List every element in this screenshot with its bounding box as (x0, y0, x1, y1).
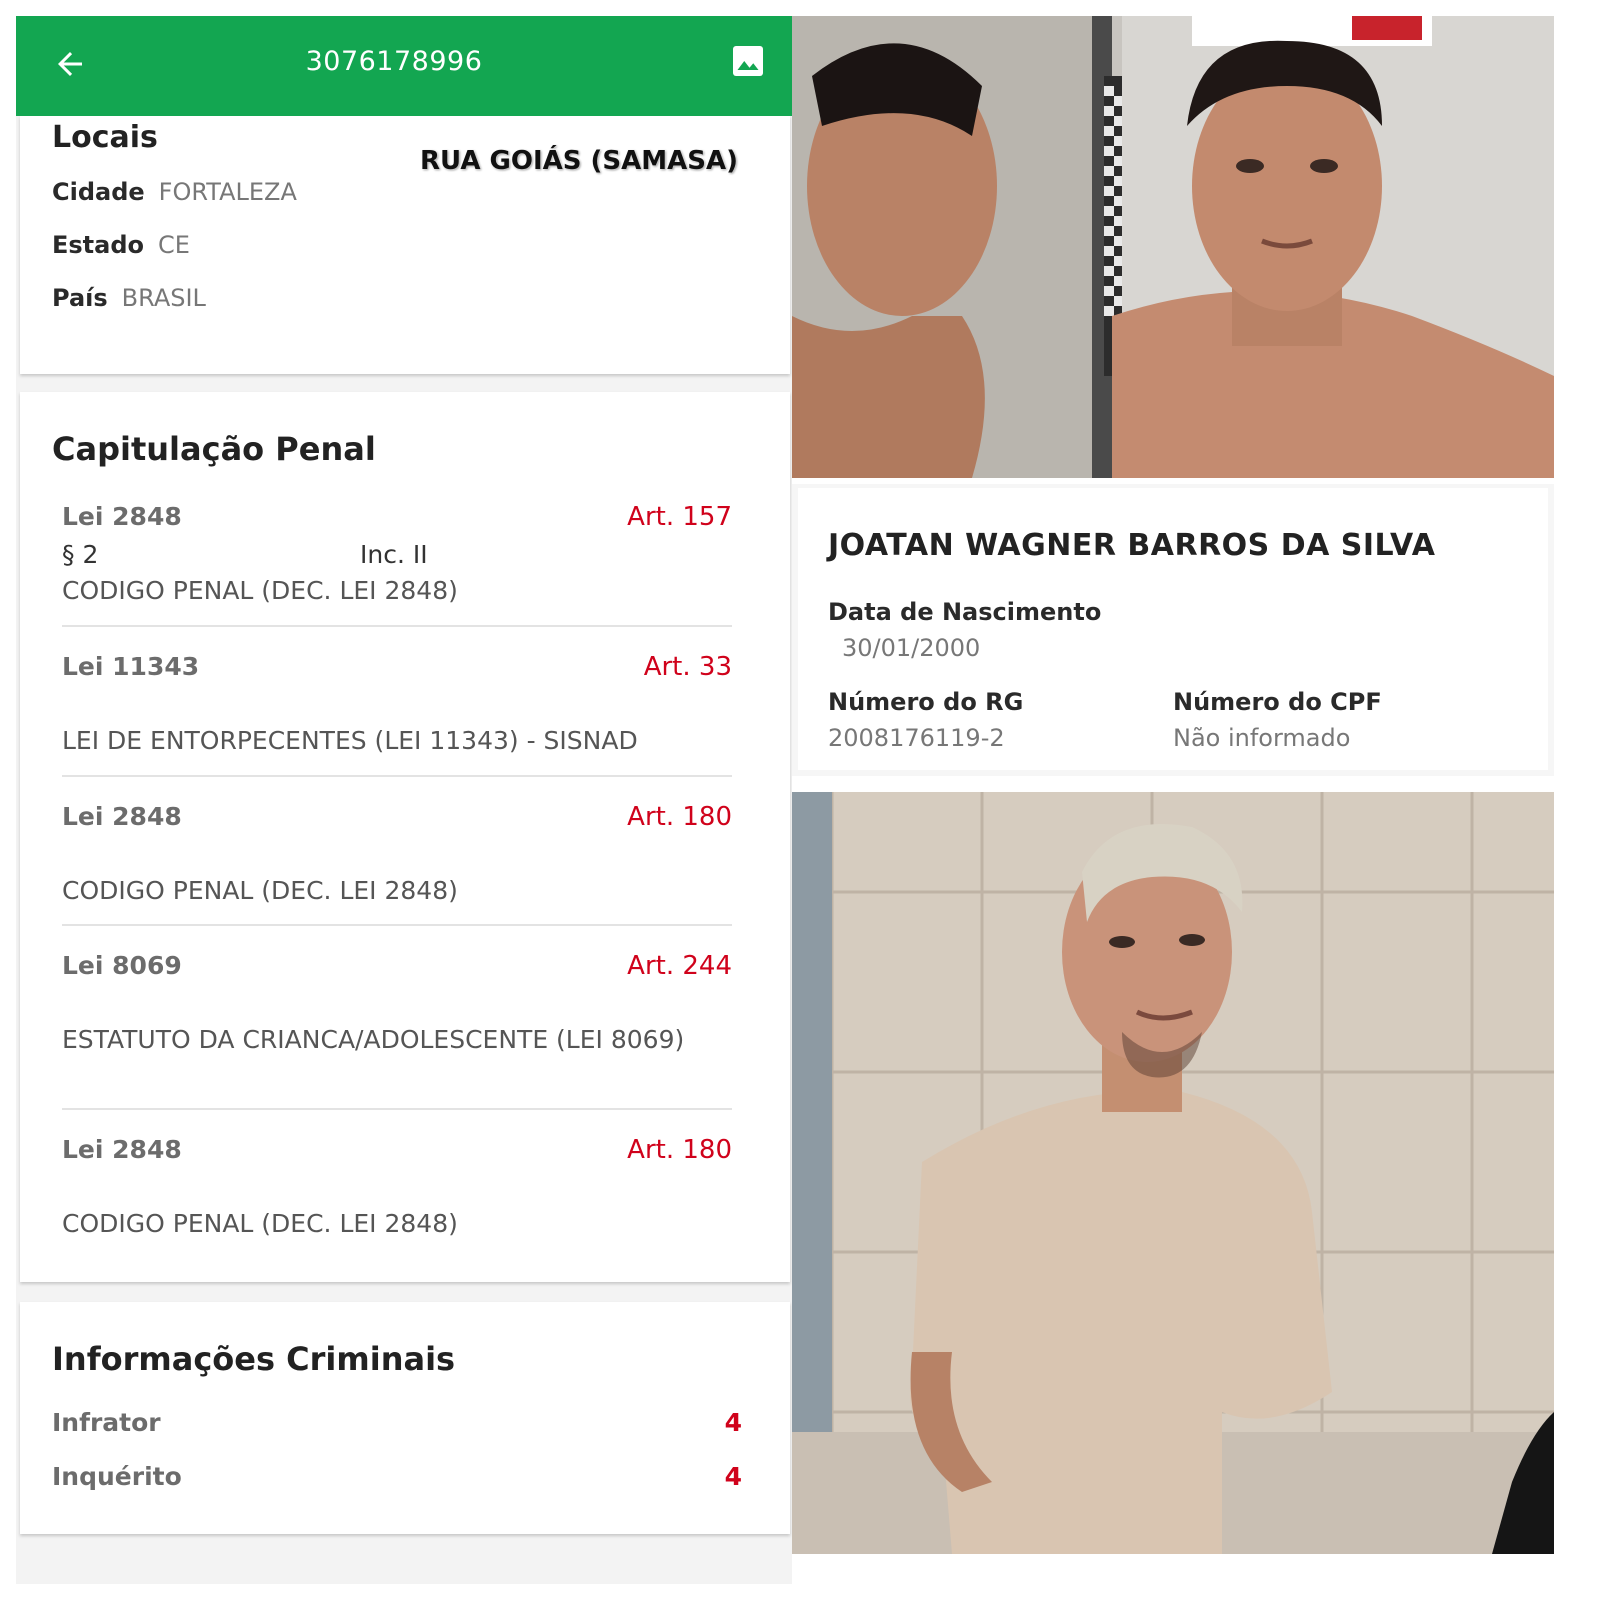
inquerito-label: Inquérito (52, 1462, 182, 1491)
mugshot-photo (792, 16, 1554, 478)
city-row: Cidade FORTALEZA (52, 178, 297, 206)
inquerito-row[interactable]: Inquérito 4 (52, 1462, 742, 1491)
person-name: JOATAN WAGNER BARROS DA SILVA (828, 528, 1436, 563)
law-description: ESTATUTO DA CRIANCA/ADOLESCENTE (LEI 806… (62, 1025, 685, 1054)
law-article: Art. 157 (627, 502, 732, 532)
law-name: Lei 11343 (62, 652, 200, 681)
law-item[interactable]: Lei 11343 Art. 33 LEI DE ENTORPECENTES (… (62, 652, 732, 755)
state-value: CE (158, 231, 190, 259)
record-number-title: 3076178996 (305, 46, 483, 77)
law-description: CODIGO PENAL (DEC. LEI 2848) (62, 576, 458, 605)
infrator-label: Infrator (52, 1408, 161, 1437)
arrest-photo (792, 792, 1554, 1554)
city-label: Cidade (52, 178, 145, 206)
divider (62, 924, 732, 926)
law-item[interactable]: Lei 2848 Art. 180 CODIGO PENAL (DEC. LEI… (62, 802, 732, 905)
law-article: Art. 33 (643, 652, 732, 682)
dob-value: 30/01/2000 (842, 634, 981, 662)
street-overlay-label: RUA GOIÁS (SAMASA) (420, 146, 738, 176)
state-label: Estado (52, 231, 145, 259)
infrator-count: 4 (724, 1408, 742, 1437)
law-name: Lei 8069 (62, 951, 182, 980)
rg-label: Número do RG (828, 688, 1024, 716)
law-inciso: Inc. II (360, 540, 428, 569)
divider (62, 1108, 732, 1110)
person-info-panel: JOATAN WAGNER BARROS DA SILVA Data de Na… (792, 484, 1554, 776)
infrator-row[interactable]: Infrator 4 (52, 1408, 742, 1437)
person-info-card: JOATAN WAGNER BARROS DA SILVA Data de Na… (798, 488, 1548, 770)
app-screen: Locais RUA GOIÁS (SAMASA) Cidade FORTALEZ… (16, 16, 792, 1584)
country-label: País (52, 284, 108, 312)
locais-card: Locais RUA GOIÁS (SAMASA) Cidade FORTALEZ… (20, 116, 790, 374)
rg-value: 2008176119-2 (828, 724, 1005, 752)
law-article: Art. 180 (627, 1135, 732, 1165)
law-description: CODIGO PENAL (DEC. LEI 2848) (62, 876, 458, 905)
country-row: País BRASIL (52, 284, 206, 312)
country-value: BRASIL (121, 284, 206, 312)
locais-heading: Locais (52, 120, 158, 155)
law-article: Art. 180 (627, 802, 732, 832)
law-description: LEI DE ENTORPECENTES (LEI 11343) - SISNA… (62, 726, 638, 755)
law-name: Lei 2848 (62, 502, 182, 531)
divider (62, 775, 732, 777)
law-item[interactable]: Lei 2848 Art. 157 § 2 Inc. II CODIGO PEN… (62, 502, 732, 605)
dob-label: Data de Nascimento (828, 598, 1102, 626)
image-icon[interactable] (730, 43, 766, 79)
law-article: Art. 244 (627, 951, 732, 981)
city-value: FORTALEZA (158, 178, 297, 206)
law-item[interactable]: Lei 8069 Art. 244 ESTATUTO DA CRIANCA/AD… (62, 951, 732, 1091)
capitulacao-card: Capitulação Penal Lei 2848 Art. 157 § 2 … (20, 392, 790, 1282)
cpf-label: Número do CPF (1173, 688, 1382, 716)
divider (62, 625, 732, 627)
inquerito-count: 4 (724, 1462, 742, 1491)
law-name: Lei 2848 (62, 802, 182, 831)
law-description: CODIGO PENAL (DEC. LEI 2848) (62, 1209, 458, 1238)
law-item[interactable]: Lei 2848 Art. 180 CODIGO PENAL (DEC. LEI… (62, 1135, 732, 1238)
capitulacao-heading: Capitulação Penal (52, 430, 376, 468)
criminais-heading: Informações Criminais (52, 1340, 456, 1378)
criminais-card: Informações Criminais Infrator 4 Inquéri… (20, 1302, 790, 1534)
law-paragraph: § 2 (62, 540, 99, 569)
state-row: Estado CE (52, 231, 190, 259)
law-name: Lei 2848 (62, 1135, 182, 1164)
cpf-value: Não informado (1173, 724, 1351, 752)
app-bar: 3076178996 (16, 16, 792, 116)
